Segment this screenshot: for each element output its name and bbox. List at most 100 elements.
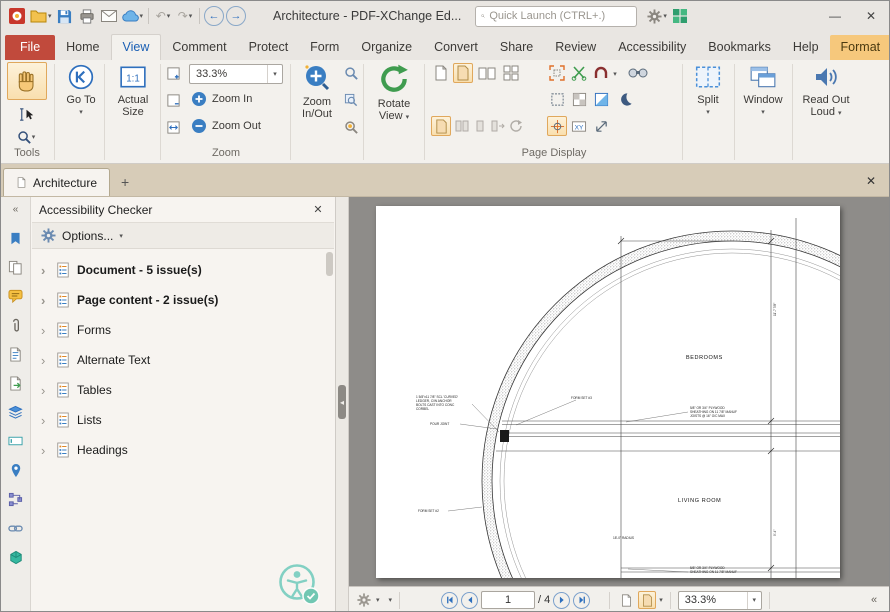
page-number-input[interactable]: 1	[481, 591, 535, 609]
fit-width-button[interactable]	[638, 591, 656, 609]
print-button[interactable]	[76, 4, 98, 28]
expander-icon[interactable]: ›	[41, 353, 49, 368]
status-zoom-dropdown[interactable]: 33.3% ▾	[678, 591, 762, 610]
rotate-view-button[interactable]: Rotate View ▾	[367, 63, 421, 122]
go-to-button[interactable]: Go To ▾	[58, 63, 104, 117]
tab-organize[interactable]: Organize	[350, 35, 423, 60]
next-page-button[interactable]	[553, 592, 570, 609]
tree-item-page-content[interactable]: › Page content - 2 issue(s)	[31, 285, 335, 315]
attachments-pane-icon[interactable]	[7, 316, 25, 334]
tree-item-tables[interactable]: › Tables	[31, 375, 335, 405]
redo-button[interactable]: ↷▾	[174, 4, 196, 28]
session-button[interactable]: ▾	[120, 4, 146, 28]
facing-pages-icon[interactable]	[453, 116, 471, 136]
next-view-button[interactable]: →	[226, 6, 246, 26]
export-pane-icon[interactable]	[7, 374, 25, 392]
tab-protect[interactable]: Protect	[238, 35, 300, 60]
fit-page-icon[interactable]	[164, 64, 183, 83]
form-fields-pane-icon[interactable]	[7, 432, 25, 450]
close-document-button[interactable]: ✕	[861, 171, 881, 191]
transparency-grid-icon[interactable]	[569, 89, 589, 109]
email-button[interactable]	[98, 4, 120, 28]
fit-page-button[interactable]	[617, 591, 635, 609]
tab-format[interactable]: Format	[830, 35, 890, 60]
tree-item-document[interactable]: › Document - 5 issue(s)	[31, 255, 335, 285]
document-page[interactable]: 1 5/8"x11 7/8" SCL 'CURVED' LEDGER, C/W …	[376, 206, 840, 578]
hand-tool-button[interactable]	[7, 62, 47, 100]
expander-icon[interactable]: ›	[41, 383, 49, 398]
tab-help[interactable]: Help	[782, 35, 830, 60]
page-boxes-icon[interactable]	[547, 63, 567, 83]
zoom-out-button[interactable]: Zoom Out	[191, 118, 261, 134]
tab-form[interactable]: Form	[299, 35, 350, 60]
previous-view-button[interactable]: ←	[204, 6, 224, 26]
quick-launch-input[interactable]	[489, 10, 631, 22]
content-order-pane-icon[interactable]	[7, 490, 25, 508]
new-tab-button[interactable]: +	[114, 171, 136, 193]
window-button[interactable]: Window ▾	[737, 63, 789, 117]
last-page-button[interactable]	[573, 592, 590, 609]
select-region-icon[interactable]	[547, 89, 567, 109]
split-view-icon[interactable]	[591, 89, 611, 109]
tab-file[interactable]: File	[5, 35, 55, 60]
single-page-icon[interactable]	[431, 63, 451, 83]
tab-bookmarks[interactable]: Bookmarks	[697, 35, 782, 60]
3d-pane-icon[interactable]	[7, 548, 25, 566]
links-pane-icon[interactable]	[7, 519, 25, 537]
binoculars-icon[interactable]	[625, 63, 651, 83]
page-flow-icon[interactable]	[489, 116, 507, 136]
minimize-button[interactable]: —	[817, 3, 853, 29]
status-settings-button[interactable]	[355, 591, 373, 609]
cover-page-icon[interactable]	[471, 116, 489, 136]
fit-visible-icon[interactable]	[164, 118, 183, 137]
night-mode-icon[interactable]	[615, 89, 635, 109]
tree-item-alternate-text[interactable]: › Alternate Text	[31, 345, 335, 375]
multiple-pages-icon[interactable]	[501, 63, 521, 83]
arch-tool-icon[interactable]	[591, 63, 611, 83]
splitter-handle[interactable]: ◂	[338, 385, 346, 419]
two-pages-icon[interactable]	[477, 63, 497, 83]
expander-icon[interactable]: ›	[41, 443, 49, 458]
zoom-in-out-button[interactable]: Zoom In/Out	[293, 63, 341, 120]
show-guides-icon[interactable]	[547, 116, 567, 136]
launch-apps-button[interactable]	[669, 4, 691, 28]
tree-item-forms[interactable]: › Forms	[31, 315, 335, 345]
tab-review[interactable]: Review	[544, 35, 607, 60]
collapse-statusbar-icon[interactable]: «	[865, 591, 883, 609]
chevron-down-icon[interactable]: ▾	[267, 65, 282, 83]
previous-page-button[interactable]	[461, 592, 478, 609]
close-panel-icon[interactable]: ✕	[309, 203, 327, 216]
tree-item-headings[interactable]: › Headings	[31, 435, 335, 465]
tab-comment[interactable]: Comment	[161, 35, 237, 60]
open-button[interactable]: ▾	[28, 4, 54, 28]
layers-pane-icon[interactable]	[7, 403, 25, 421]
bookmarks-pane-icon[interactable]	[7, 229, 25, 247]
document-tab-architecture[interactable]: Architecture	[3, 168, 110, 196]
panel-splitter[interactable]: ◂	[336, 197, 349, 612]
comments-pane-icon[interactable]	[7, 287, 25, 305]
pan-zoom-icon[interactable]	[342, 91, 361, 110]
tab-share[interactable]: Share	[489, 35, 544, 60]
fields-pane-icon[interactable]	[7, 345, 25, 363]
continuous-page-icon[interactable]	[453, 63, 473, 83]
tab-accessibility[interactable]: Accessibility	[607, 35, 697, 60]
expander-icon[interactable]: ›	[41, 413, 49, 428]
loupe-tool-icon[interactable]	[342, 64, 361, 83]
expander-icon[interactable]: ›	[41, 323, 49, 338]
coordinates-icon[interactable]: XY	[569, 116, 589, 136]
close-button[interactable]: ✕	[853, 3, 889, 29]
first-page-button[interactable]	[441, 592, 458, 609]
resize-icon[interactable]	[591, 116, 611, 136]
chevron-down-icon[interactable]: ▾	[747, 592, 761, 609]
thumbnails-pane-icon[interactable]	[7, 258, 25, 276]
destinations-pane-icon[interactable]	[7, 461, 25, 479]
current-layout-icon[interactable]	[431, 116, 451, 136]
quick-launch-search[interactable]	[475, 6, 637, 27]
undo-button[interactable]: ↶▾	[152, 4, 174, 28]
zoom-tool-button[interactable]: ▾	[10, 127, 42, 148]
select-text-tool-button[interactable]	[13, 104, 39, 125]
rotate-pages-icon[interactable]	[507, 116, 525, 136]
chevron-down-icon[interactable]: ▾	[376, 596, 380, 604]
settings-button[interactable]: ▾	[645, 4, 669, 28]
chevron-down-icon[interactable]: ▾	[389, 596, 393, 604]
